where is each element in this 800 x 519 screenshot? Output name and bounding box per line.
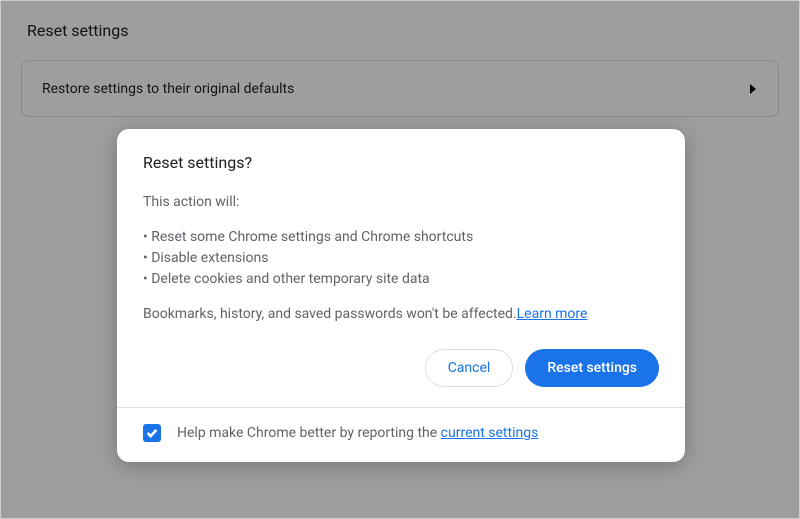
footer-text: Help make Chrome better by reporting the… (177, 425, 538, 441)
dialog-footer: Help make Chrome better by reporting the… (117, 407, 685, 462)
dialog-title: Reset settings? (143, 153, 659, 172)
dialog-bullet-item: • Reset some Chrome settings and Chrome … (143, 227, 659, 248)
learn-more-link[interactable]: Learn more (517, 306, 588, 322)
current-settings-link[interactable]: current settings (441, 425, 539, 441)
dialog-button-row: Cancel Reset settings (143, 349, 659, 387)
dialog-bullet-item: • Delete cookies and other temporary sit… (143, 269, 659, 290)
reset-settings-button[interactable]: Reset settings (525, 349, 659, 387)
checkmark-icon (145, 426, 159, 440)
cancel-button[interactable]: Cancel (425, 349, 514, 387)
dialog-body: Reset settings? This action will: • Rese… (117, 129, 685, 407)
reset-settings-dialog: Reset settings? This action will: • Rese… (117, 129, 685, 462)
dialog-note: Bookmarks, history, and saved passwords … (143, 304, 659, 325)
dialog-intro: This action will: (143, 192, 659, 213)
dialog-bullet-list: • Reset some Chrome settings and Chrome … (143, 227, 659, 290)
report-settings-checkbox[interactable] (143, 424, 161, 442)
dialog-bullet-item: • Disable extensions (143, 248, 659, 269)
